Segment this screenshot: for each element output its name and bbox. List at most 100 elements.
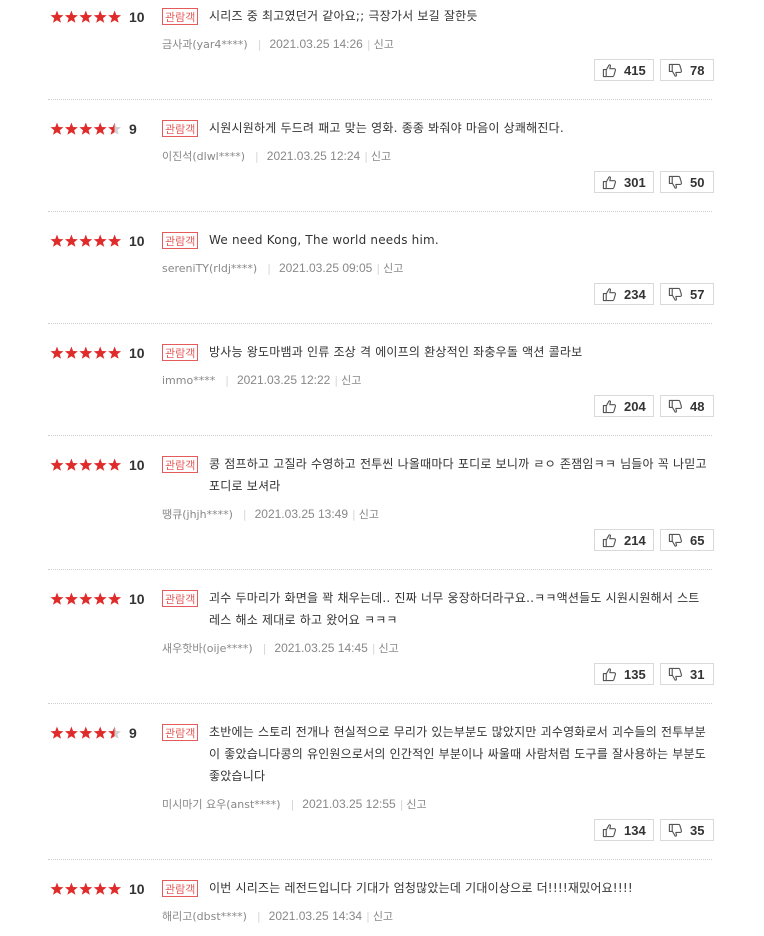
star-icon (93, 234, 107, 247)
review-author[interactable]: 이진석(dlwl****) (162, 148, 245, 164)
divider: | (255, 149, 259, 163)
like-button[interactable]: 301 (594, 171, 654, 193)
like-count: 301 (624, 174, 646, 190)
review-separator (48, 323, 712, 324)
star-rating (50, 122, 122, 136)
dislike-button[interactable]: 31 (660, 663, 714, 685)
review-meta: 금사과(yar4****) | 2021.03.25 14:26 | 신고 (162, 36, 394, 52)
star-icon (64, 882, 78, 895)
dislike-count: 65 (690, 532, 705, 548)
star-rating (50, 592, 122, 606)
like-button[interactable]: 204 (594, 395, 654, 417)
thumbs-down-icon (668, 62, 684, 78)
star-icon (64, 726, 78, 739)
review-meta: sereniTY(rldj****) | 2021.03.25 09:05 | 신고 (162, 260, 403, 276)
report-link[interactable]: 신고 (374, 36, 394, 52)
dislike-button[interactable]: 50 (660, 171, 714, 193)
review-text: 시원시원하게 두드려 패고 맞는 영화. 종종 봐줘야 마음이 상쾌해진다. (209, 121, 564, 135)
star-rating (50, 882, 122, 896)
review-date: 2021.03.25 12:55 (302, 797, 396, 811)
like-button[interactable]: 135 (594, 663, 654, 685)
report-link[interactable]: 신고 (379, 640, 399, 656)
thumbs-down-icon (668, 532, 684, 548)
thumbs-down-icon (668, 666, 684, 682)
review-text: 괴수 두마리가 화면을 꽉 채우는데.. 진짜 너무 웅장하더라구요..ㅋㅋ액션… (209, 591, 700, 627)
like-count: 415 (624, 62, 646, 78)
thumbs-up-icon (602, 532, 618, 548)
star-icon (64, 592, 78, 605)
review-date: 2021.03.25 14:34 (268, 909, 363, 923)
dislike-count: 31 (690, 666, 705, 682)
star-icon (79, 234, 93, 247)
report-link[interactable]: 신고 (359, 506, 379, 522)
divider: | (352, 507, 356, 521)
like-button[interactable]: 234 (594, 283, 654, 305)
review-author[interactable]: 금사과(yar4****) (162, 36, 248, 52)
like-button[interactable]: 134 (594, 819, 654, 841)
review-score: 10 (50, 881, 145, 897)
dislike-button[interactable]: 57 (660, 283, 714, 305)
star-icon (79, 458, 93, 471)
score-number: 10 (129, 591, 145, 607)
report-link[interactable]: 신고 (341, 372, 361, 388)
like-button[interactable]: 214 (594, 529, 654, 551)
star-icon (50, 882, 64, 895)
review-author[interactable]: 땡큐(jhjh****) (162, 506, 233, 522)
like-count: 214 (624, 532, 646, 548)
report-link[interactable]: 신고 (373, 908, 393, 924)
report-link[interactable]: 신고 (371, 148, 391, 164)
viewer-badge: 관람객 (162, 8, 199, 25)
like-button[interactable]: 415 (594, 59, 654, 81)
star-icon (108, 10, 122, 23)
review-author[interactable]: 새우핫바(oije****) (162, 640, 253, 656)
star-icon (79, 346, 93, 359)
divider: | (257, 37, 262, 51)
thumbs-up-icon (602, 62, 618, 78)
thumbs-down-icon (668, 174, 684, 190)
like-count: 135 (624, 666, 646, 682)
review-meta: 미시마기 요우(anst****) | 2021.03.25 12:55 | 신고 (162, 796, 427, 812)
dislike-count: 50 (690, 174, 705, 190)
dislike-button[interactable]: 35 (660, 819, 714, 841)
dislike-button[interactable]: 78 (660, 59, 714, 81)
star-rating (50, 10, 122, 24)
review-date: 2021.03.25 14:26 (269, 37, 363, 51)
score-number: 10 (129, 345, 145, 361)
review-author[interactable]: 미시마기 요우(anst****) (162, 796, 281, 812)
divider: | (242, 507, 247, 521)
thumbs-up-icon (602, 398, 618, 414)
divider: | (364, 149, 368, 163)
review-meta: 해리고(dbst****) | 2021.03.25 14:34 | 신고 (162, 908, 393, 924)
star-icon (79, 726, 93, 739)
dislike-button[interactable]: 48 (660, 395, 714, 417)
divider: | (399, 797, 404, 811)
report-link[interactable]: 신고 (383, 260, 403, 276)
star-icon (50, 346, 64, 359)
star-icon (108, 234, 122, 247)
thumbs-up-icon (602, 286, 618, 302)
thumbs-down-icon (668, 398, 684, 414)
star-icon (93, 726, 107, 739)
dislike-button[interactable]: 65 (660, 529, 714, 551)
review-author[interactable]: 해리고(dbst****) (162, 908, 247, 924)
star-rating (50, 726, 122, 740)
star-rating (50, 346, 122, 360)
star-icon (50, 726, 64, 739)
divider: | (256, 909, 261, 923)
review-author[interactable]: sereniTY(rldj****) (162, 262, 257, 275)
star-icon (50, 10, 64, 23)
star-icon (50, 592, 64, 605)
star-icon (108, 592, 122, 605)
review-text: 방사능 왕도마뱀과 인류 조상 격 에이프의 환상적인 좌충우돌 액션 콜라보 (209, 345, 583, 359)
score-number: 10 (129, 457, 145, 473)
divider: | (334, 373, 339, 387)
review-separator (48, 211, 712, 212)
review-author[interactable]: immo**** (162, 374, 215, 387)
review-separator (48, 99, 712, 100)
viewer-badge: 관람객 (162, 456, 199, 473)
report-link[interactable]: 신고 (406, 796, 426, 812)
review-separator (48, 859, 712, 860)
star-rating (50, 234, 122, 248)
star-icon (79, 882, 93, 895)
review-date: 2021.03.25 13:49 (254, 507, 349, 521)
